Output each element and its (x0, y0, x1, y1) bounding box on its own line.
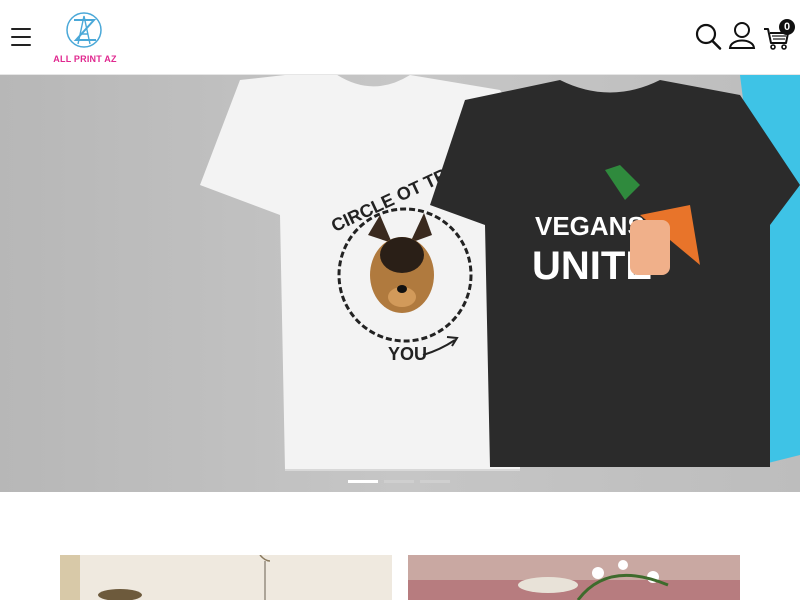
collection-card-2[interactable] (408, 555, 740, 600)
site-header: ALL PRINT AZ 0 (0, 0, 800, 75)
collection-card-1[interactable] (60, 555, 392, 600)
hero-slideshow[interactable]: CIRCLE OT TRU YOU VEGANS UNITE (0, 75, 800, 492)
hamburger-menu-icon[interactable] (11, 28, 33, 46)
cart-icon[interactable]: 0 (762, 19, 795, 52)
collection-cards (60, 555, 740, 600)
collection-card-1-image (60, 555, 392, 600)
collection-card-2-image (408, 555, 740, 600)
search-icon[interactable] (693, 20, 723, 52)
user-icon[interactable] (727, 20, 757, 52)
hero-tshirts-image: CIRCLE OT TRU YOU VEGANS UNITE (0, 75, 800, 492)
slide-dot-1[interactable] (348, 480, 378, 483)
shirt-2-text-line1: VEGANS (535, 211, 645, 241)
slide-dot-2[interactable] (384, 480, 414, 483)
logo-text: ALL PRINT AZ (53, 54, 117, 64)
shirt-1-text-bottom: YOU (388, 344, 427, 364)
logo-mark-icon (66, 12, 102, 48)
site-logo[interactable]: ALL PRINT AZ (50, 10, 120, 66)
slide-dot-3[interactable] (420, 480, 450, 483)
cart-count-badge: 0 (779, 19, 795, 35)
